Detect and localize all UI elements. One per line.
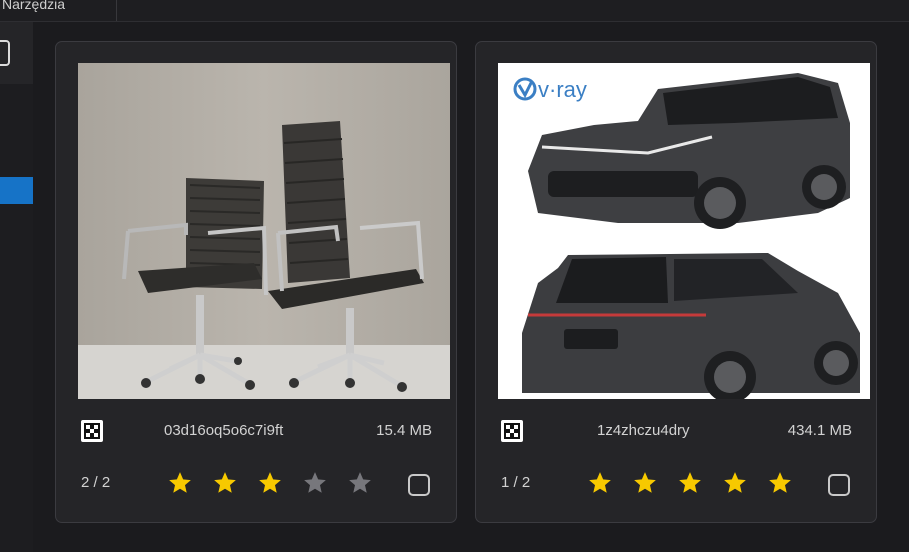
star-filled-icon[interactable] — [587, 470, 613, 496]
asset-thumbnail-chairs[interactable] — [78, 63, 450, 399]
format-icon — [81, 420, 103, 442]
star-filled-icon[interactable] — [677, 470, 703, 496]
star-filled-icon[interactable] — [167, 470, 193, 496]
asset-filename: 03d16oq5o6c7i9ft — [164, 422, 284, 439]
star-empty-icon[interactable] — [302, 470, 328, 496]
asset-filesize: 15.4 MB — [376, 422, 432, 439]
asset-card[interactable]: 03d16oq5o6c7i9ft 15.4 MB 2 / 2 — [55, 41, 457, 523]
star-filled-icon[interactable] — [767, 470, 793, 496]
asset-card[interactable]: v·ray 1z4zhczu4dry 434.1 MB 1 / 2 — [475, 41, 877, 523]
page-indicator: 2 / 2 — [81, 474, 111, 491]
asset-filesize: 434.1 MB — [787, 422, 852, 439]
select-checkbox[interactable] — [408, 474, 430, 496]
sidebar-toggle-button[interactable] — [0, 40, 10, 66]
select-checkbox[interactable] — [828, 474, 850, 496]
watermark-logo: v·ray — [538, 77, 587, 102]
asset-thumbnail-cars[interactable]: v·ray — [498, 63, 870, 399]
menu-bar: Narzędzia — [0, 0, 909, 22]
menu-tools[interactable]: Narzędzia — [0, 0, 117, 21]
page-indicator: 1 / 2 — [501, 474, 531, 491]
menu-tools-label: Narzędzia — [2, 0, 66, 12]
asset-grid: 03d16oq5o6c7i9ft 15.4 MB 2 / 2 v·ray 1z4… — [33, 22, 909, 552]
format-icon — [501, 420, 523, 442]
sidebar-active-item[interactable] — [0, 177, 33, 204]
star-filled-icon[interactable] — [722, 470, 748, 496]
star-filled-icon[interactable] — [212, 470, 238, 496]
asset-filename: 1z4zhczu4dry — [597, 422, 690, 439]
star-empty-icon[interactable] — [347, 470, 373, 496]
sidebar-panel — [0, 84, 33, 552]
star-filled-icon[interactable] — [632, 470, 658, 496]
sidebar — [0, 22, 33, 552]
star-filled-icon[interactable] — [257, 470, 283, 496]
